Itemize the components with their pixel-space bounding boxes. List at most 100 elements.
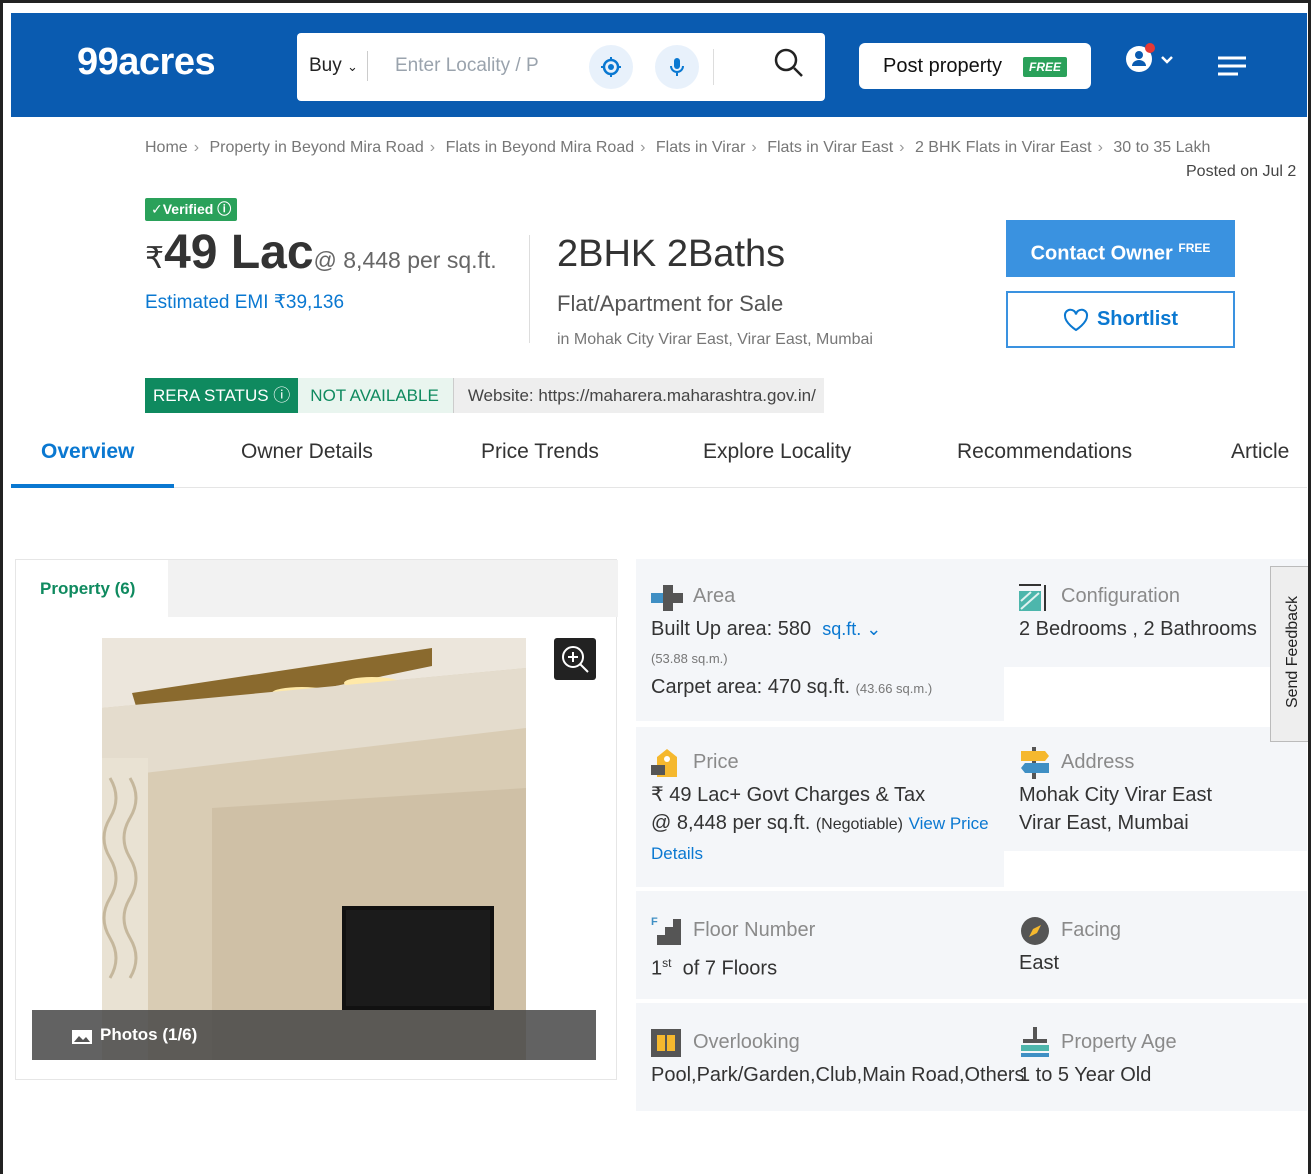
search-icon[interactable]	[773, 47, 805, 84]
signpost-icon	[1021, 747, 1049, 779]
free-badge: FREE	[1023, 57, 1067, 77]
breadcrumb-item[interactable]: 2 BHK Flats in Virar East	[915, 139, 1092, 156]
bhk-title: 2BHK 2Baths	[557, 233, 786, 275]
breadcrumb-item[interactable]: Flats in Virar	[656, 139, 746, 156]
tab-price-trends[interactable]: Price Trends	[481, 440, 599, 464]
page-frame: 99acres Buy ⌄ Enter Locality / P Post pr…	[0, 0, 1311, 1174]
tab-property-photos[interactable]: Property (6)	[16, 560, 168, 617]
heart-icon	[1063, 308, 1088, 331]
site-logo[interactable]: 99acres	[77, 41, 216, 84]
post-property-label: Post property	[883, 55, 1002, 77]
tab-recommendations[interactable]: Recommendations	[957, 440, 1132, 464]
info-icon[interactable]: ⓘ	[217, 201, 231, 217]
builtup-area: Built Up area: 580	[651, 618, 812, 640]
breadcrumb-item[interactable]: Flats in Beyond Mira Road	[446, 139, 635, 156]
facing-title: Facing	[1061, 919, 1122, 941]
location-icon[interactable]	[589, 45, 633, 89]
address-value: Mohak City Virar East Virar East, Mumbai	[1019, 781, 1212, 837]
view-price-details-link[interactable]: Details	[651, 844, 703, 863]
rera-status-bar: RERA STATUS ⓘ NOT AVAILABLE Website: htt…	[145, 378, 824, 413]
gallery-tab-strip	[168, 560, 618, 617]
tab-explore-locality[interactable]: Explore Locality	[703, 440, 851, 464]
top-navbar: 99acres Buy ⌄ Enter Locality / P Post pr…	[11, 13, 1307, 117]
section-tabs: Overview Owner Details Price Trends Expl…	[11, 428, 1307, 488]
area-unit-dropdown[interactable]: sq.ft. ⌄	[822, 619, 881, 639]
details-row: Area Built Up area: 580 sq.ft. ⌄ (53.88 …	[636, 559, 1307, 721]
details-row: Price ₹ 49 Lac+ Govt Charges & Tax @ 8,4…	[636, 727, 1307, 887]
shortlist-button[interactable]: Shortlist	[1006, 291, 1235, 348]
posted-date: Posted on Jul 2	[1186, 163, 1297, 180]
property-details-grid: Area Built Up area: 580 sq.ft. ⌄ (53.88 …	[636, 559, 1307, 1111]
property-age-title: Property Age	[1061, 1031, 1177, 1053]
microphone-icon[interactable]	[655, 45, 699, 89]
overlooking-value: Pool,Park/Garden,Club,Main Road,Others	[651, 1064, 1025, 1086]
contact-owner-button[interactable]: Contact Owner FREE	[1006, 220, 1235, 277]
send-feedback-label: Send Feedback	[1284, 595, 1301, 709]
building-age-icon	[1021, 1027, 1049, 1057]
floor-stairs-icon: F	[651, 916, 681, 945]
post-property-button[interactable]: Post property FREE	[859, 43, 1091, 89]
property-type: Flat/Apartment for Sale	[557, 291, 784, 316]
buy-dropdown[interactable]: Buy ⌄	[309, 55, 358, 77]
info-icon[interactable]: ⓘ	[273, 386, 290, 405]
search-bar: Buy ⌄ Enter Locality / P	[297, 33, 825, 101]
price-rate: @ 8,448 per sq.ft.	[651, 812, 811, 834]
property-age-value: 1 to 5 Year Old	[1019, 1064, 1152, 1086]
photos-counter: Photos (1/6)	[100, 1025, 198, 1044]
compass-icon	[1021, 917, 1049, 945]
breadcrumb: Home › Property in Beyond Mira Road › Flat…	[145, 139, 1211, 156]
details-row: Overlooking Pool,Park/Garden,Club,Main R…	[636, 1003, 1307, 1111]
tab-article[interactable]: Article	[1231, 440, 1289, 464]
overlooking-title: Overlooking	[693, 1031, 800, 1053]
floor-number: 1	[651, 957, 663, 980]
price-per-sqft: @ 8,448 per sq.ft.	[313, 247, 497, 273]
tab-owner-details[interactable]: Owner Details	[241, 440, 373, 464]
breadcrumb-item[interactable]: 30 to 35 Lakh	[1113, 139, 1210, 156]
hamburger-menu-icon[interactable]	[1217, 55, 1247, 82]
divider	[367, 51, 368, 81]
detail-cell	[636, 891, 1307, 999]
active-tab-indicator	[11, 484, 174, 488]
rera-website[interactable]: Website: https://maharera.maharashtra.go…	[453, 378, 824, 413]
breadcrumb-item[interactable]: Home	[145, 139, 188, 156]
rupee-symbol: ₹	[145, 242, 165, 275]
negotiable-tag: (Negotiable)	[815, 816, 903, 833]
user-account-icon[interactable]	[1125, 43, 1185, 84]
configuration-title: Configuration	[1061, 585, 1180, 607]
carpet-area-sqm: (43.66 sq.m.)	[855, 681, 933, 696]
search-input[interactable]: Enter Locality / P	[395, 55, 539, 77]
price-value: 49 Lac	[164, 226, 314, 279]
price-amount: ₹ 49 Lac+ Govt Charges & Tax	[651, 784, 926, 806]
buy-label: Buy	[309, 55, 342, 76]
configuration-icon	[1019, 584, 1046, 611]
breadcrumb-item[interactable]: Property in Beyond Mira Road	[209, 139, 423, 156]
details-row: F Floor Number 1st of 7 Floors Facing Ea…	[636, 891, 1307, 999]
price-title: Price	[693, 751, 739, 773]
divider	[529, 235, 530, 343]
floor-value: 1st of 7 Floors	[651, 949, 777, 983]
verified-label: Verified	[162, 201, 214, 217]
zoom-in-icon[interactable]	[554, 638, 596, 680]
breadcrumb-item[interactable]: Flats in Virar East	[767, 139, 893, 156]
floor-suffix: st	[662, 956, 672, 970]
view-price-details-link[interactable]: View Price	[909, 814, 989, 833]
shortlist-label: Shortlist	[1096, 308, 1179, 330]
builtup-area-sqm: (53.88 sq.m.)	[651, 651, 728, 666]
address-line: Mohak City Virar East	[1019, 784, 1213, 806]
price-value: ₹ 49 Lac+ Govt Charges & Tax @ 8,448 per…	[651, 781, 989, 868]
send-feedback-button[interactable]: Send Feedback	[1270, 566, 1308, 742]
property-location: in Mohak City Virar East, Virar East, Mu…	[557, 331, 873, 348]
address-line: Virar East, Mumbai	[1019, 812, 1189, 834]
address-title: Address	[1061, 751, 1135, 773]
facing-value: East	[1019, 952, 1060, 974]
photos-counter-bar[interactable]: Photos (1/6)	[32, 1010, 596, 1060]
tab-overview[interactable]: Overview	[41, 440, 134, 464]
area-title: Area	[693, 585, 736, 607]
contact-owner-label: Contact Owner	[1030, 242, 1173, 265]
price: ₹49 Lac@ 8,448 per sq.ft.	[145, 225, 497, 280]
window-icon	[651, 1029, 681, 1057]
detail-cell	[1004, 559, 1307, 667]
rera-status-value: NOT AVAILABLE	[298, 378, 454, 413]
property-photo[interactable]	[102, 638, 526, 1060]
estimated-emi-link[interactable]: Estimated EMI ₹39,136	[145, 291, 344, 314]
